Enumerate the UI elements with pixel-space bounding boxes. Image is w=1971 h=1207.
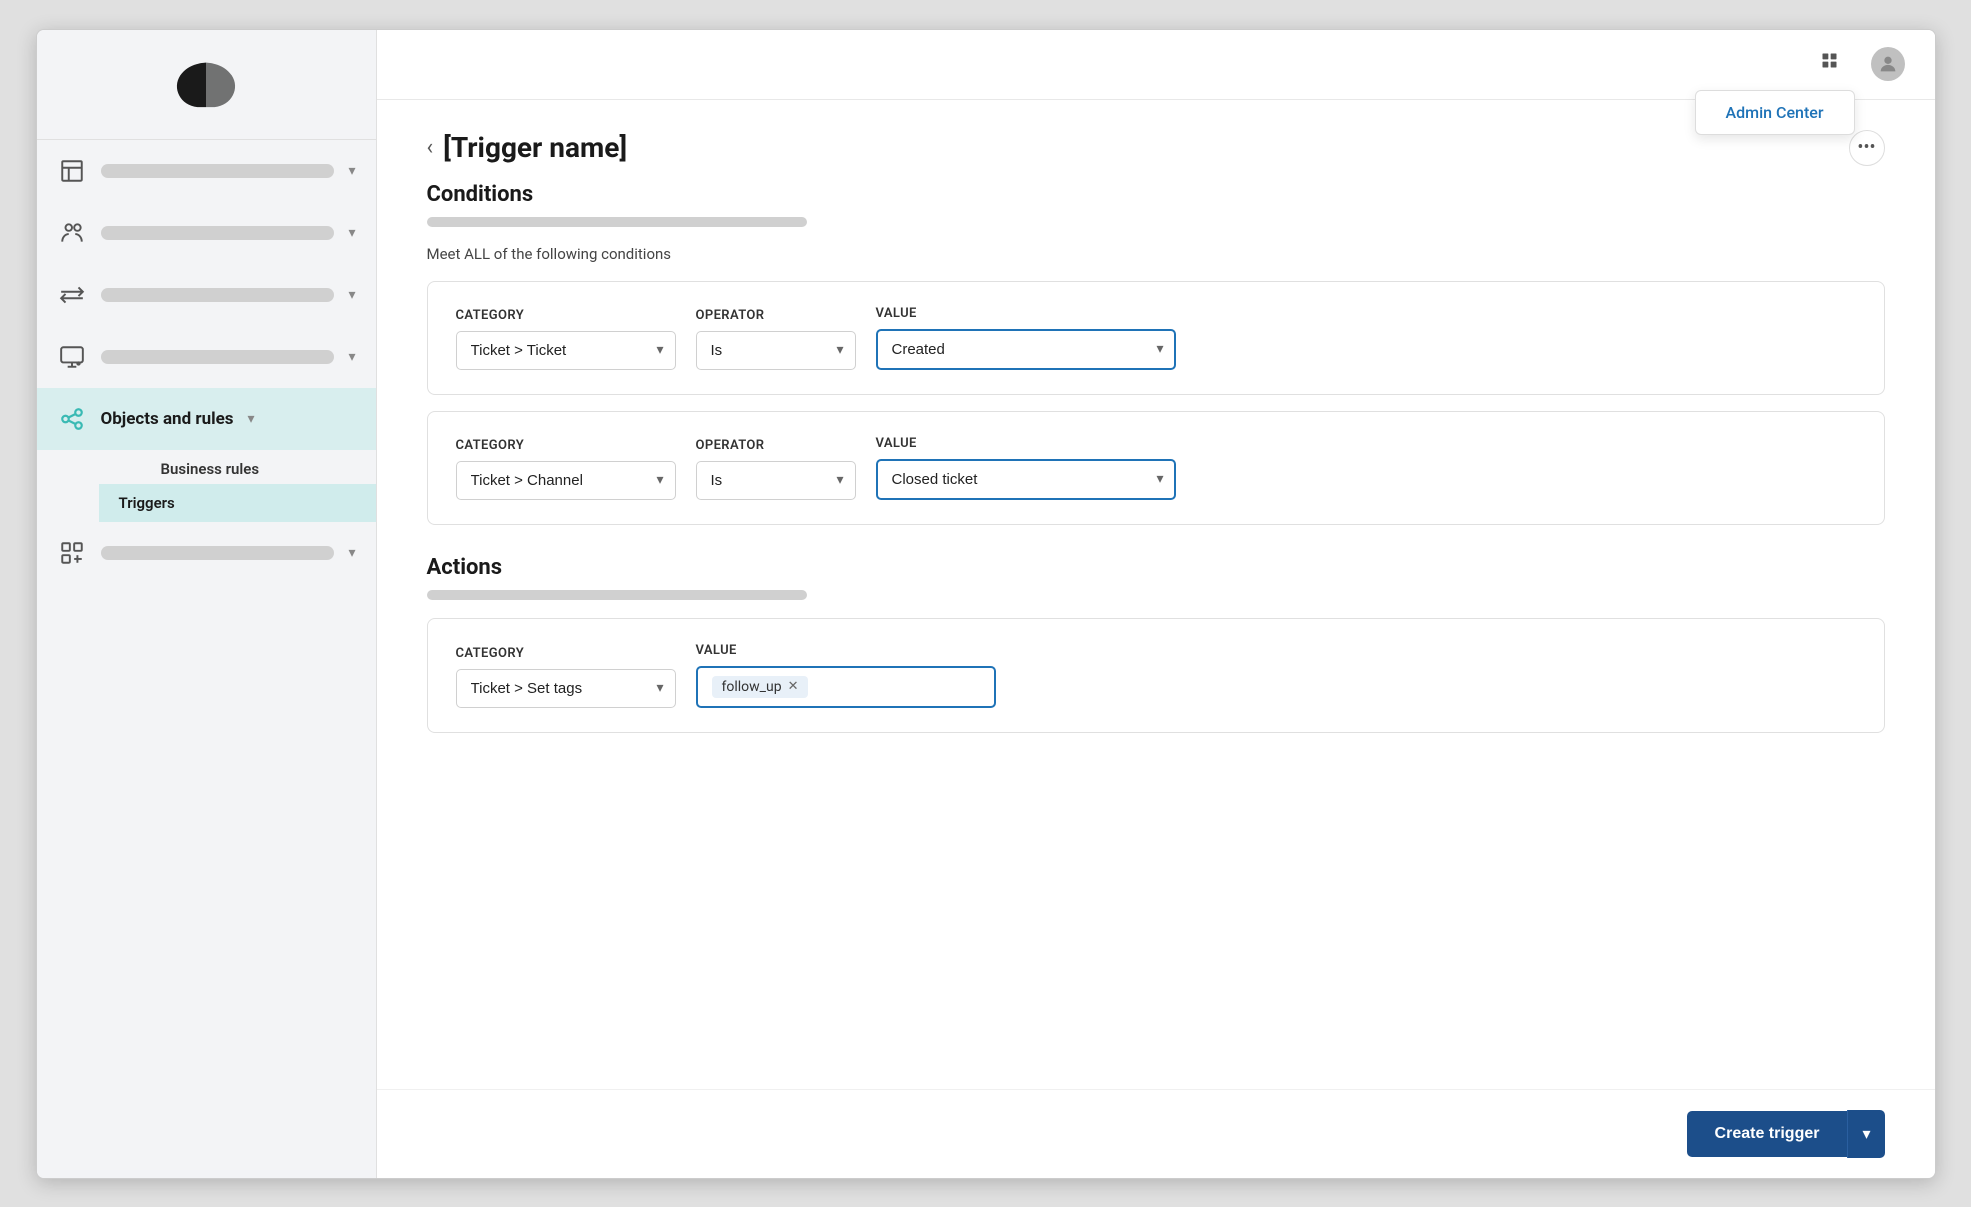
condition-row-2-fields: Category Ticket > Channel Operator Is — [456, 436, 1856, 500]
condition-2-value-label: Value — [876, 436, 1176, 451]
people-icon — [57, 218, 87, 248]
condition-1-operator-wrapper: Is — [696, 331, 856, 370]
user-avatar[interactable] — [1871, 47, 1905, 81]
action-1-category-wrapper: Ticket > Set tags — [456, 669, 676, 708]
objects-icon — [57, 404, 87, 434]
footer: Create trigger ▾ — [377, 1089, 1935, 1178]
action-1-value-group: Value follow_up ✕ — [696, 643, 996, 708]
condition-2-category-select[interactable]: Ticket > Channel — [456, 461, 676, 500]
sidebar-channels-label-bar — [101, 288, 335, 302]
action-1-category-label: Category — [456, 646, 676, 661]
condition-2-value-wrapper: Closed ticket — [876, 459, 1176, 500]
sidebar-org-label-bar — [101, 164, 335, 178]
page-title: [Trigger name] — [443, 131, 627, 164]
sidebar-item-objects[interactable]: Objects and rules ▾ — [37, 388, 376, 450]
condition-1-operator-select[interactable]: Is — [696, 331, 856, 370]
zendesk-logo-icon — [171, 54, 241, 114]
create-trigger-button[interactable]: Create trigger — [1687, 1111, 1848, 1157]
content-area: ‹ [Trigger name] ••• Conditions Meet ALL… — [377, 100, 1935, 1089]
sidebar-people-label-bar — [101, 226, 335, 240]
arrows-icon — [57, 280, 87, 310]
sidebar-item-apps[interactable]: ▾ — [37, 522, 376, 584]
condition-2-operator-select[interactable]: Is — [696, 461, 856, 500]
tag-follow-up: follow_up ✕ — [712, 676, 809, 698]
condition-1-operator-group: Operator Is — [696, 308, 856, 370]
sidebar-item-channels[interactable]: ▾ — [37, 264, 376, 326]
sidebar-item-workspace[interactable]: ▾ — [37, 326, 376, 388]
sidebar-people-chevron: ▾ — [348, 225, 355, 241]
condition-2-category-label: Category — [456, 438, 676, 453]
actions-section: Actions Category Ticket > Set tags — [427, 555, 1885, 733]
condition-2-operator-group: Operator Is — [696, 438, 856, 500]
condition-1-value-wrapper: Created — [876, 329, 1176, 370]
back-arrow-icon[interactable]: ‹ — [427, 135, 434, 160]
sidebar-subitem-triggers[interactable]: Triggers — [99, 484, 376, 522]
condition-1-value-label: Value — [876, 306, 1176, 321]
condition-1-category-group: Category Ticket > Ticket — [456, 308, 676, 370]
sidebar-item-people[interactable]: ▾ — [37, 202, 376, 264]
grid-icon[interactable] — [1815, 46, 1851, 82]
breadcrumb: ‹ [Trigger name] ••• — [427, 130, 1885, 166]
condition-row-1-fields: Category Ticket > Ticket Operator Is — [456, 306, 1856, 370]
condition-2-category-wrapper: Ticket > Channel — [456, 461, 676, 500]
sidebar-nav: ▾ ▾ — [37, 140, 376, 1178]
apps-icon — [57, 538, 87, 568]
conditions-subtitle: Meet ALL of the following conditions — [427, 245, 1885, 263]
sidebar-subnav-objects: Business rules Triggers — [37, 450, 376, 522]
condition-2-value-select[interactable]: Closed ticket — [876, 459, 1176, 500]
sidebar-subnav-parent-label: Business rules — [99, 450, 376, 484]
sidebar-channels-chevron: ▾ — [348, 287, 355, 303]
admin-center-link[interactable]: Admin Center — [1726, 103, 1824, 122]
main-content: Admin Center ‹ [Trigger name] ••• Condit… — [377, 30, 1935, 1178]
condition-1-category-wrapper: Ticket > Ticket — [456, 331, 676, 370]
create-trigger-chevron-button[interactable]: ▾ — [1847, 1110, 1884, 1158]
sidebar-item-org[interactable]: ▾ — [37, 140, 376, 202]
action-1-value-label: Value — [696, 643, 996, 658]
sidebar-objects-chevron: ▾ — [248, 411, 255, 427]
conditions-section-bar — [427, 217, 807, 227]
conditions-section-title: Conditions — [427, 182, 1885, 207]
app-frame: ▾ ▾ — [36, 29, 1936, 1179]
sidebar-org-chevron: ▾ — [348, 163, 355, 179]
sidebar: ▾ ▾ — [37, 30, 377, 1178]
more-options-button[interactable]: ••• — [1849, 130, 1885, 166]
condition-row-1: Category Ticket > Ticket Operator Is — [427, 281, 1885, 395]
tag-text: follow_up — [722, 679, 782, 695]
condition-2-operator-label: Operator — [696, 438, 856, 453]
condition-2-value-group: Value Closed ticket — [876, 436, 1176, 500]
monitor-icon — [57, 342, 87, 372]
action-1-category-group: Category Ticket > Set tags — [456, 646, 676, 708]
tag-remove-icon[interactable]: ✕ — [788, 679, 799, 694]
condition-1-value-select[interactable]: Created — [876, 329, 1176, 370]
action-row-1: Category Ticket > Set tags Value — [427, 618, 1885, 733]
actions-section-title: Actions — [427, 555, 1885, 580]
topbar: Admin Center — [377, 30, 1935, 100]
condition-2-operator-wrapper: Is — [696, 461, 856, 500]
condition-2-category-group: Category Ticket > Channel — [456, 438, 676, 500]
action-row-1-fields: Category Ticket > Set tags Value — [456, 643, 1856, 708]
admin-center-dropdown: Admin Center — [1695, 90, 1855, 135]
condition-row-2: Category Ticket > Channel Operator Is — [427, 411, 1885, 525]
action-1-category-select[interactable]: Ticket > Set tags — [456, 669, 676, 708]
building-icon — [57, 156, 87, 186]
condition-1-category-select[interactable]: Ticket > Ticket — [456, 331, 676, 370]
actions-section-bar — [427, 590, 807, 600]
sidebar-workspace-chevron: ▾ — [348, 349, 355, 365]
condition-1-operator-label: Operator — [696, 308, 856, 323]
condition-1-category-label: Category — [456, 308, 676, 323]
sidebar-workspace-label-bar — [101, 350, 335, 364]
condition-1-value-group: Value Created — [876, 306, 1176, 370]
sidebar-item-objects-label: Objects and rules — [101, 409, 234, 429]
sidebar-apps-chevron: ▾ — [348, 545, 355, 561]
sidebar-logo — [37, 30, 376, 140]
sidebar-apps-label-bar — [101, 546, 335, 560]
action-1-tag-input[interactable]: follow_up ✕ — [696, 666, 996, 708]
